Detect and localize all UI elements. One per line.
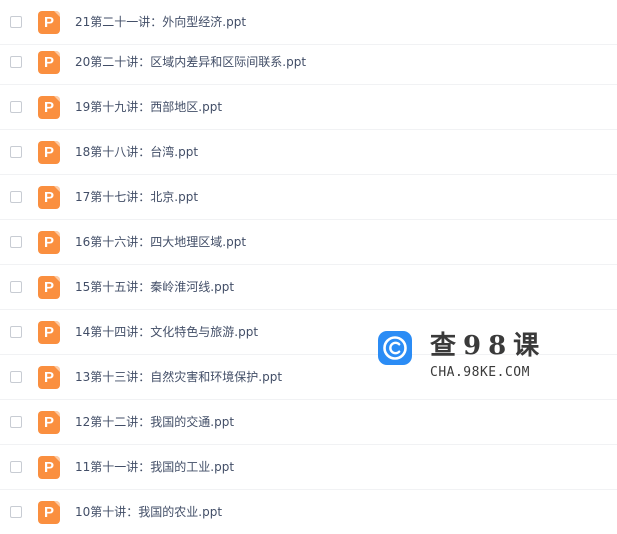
- file-name-link[interactable]: 13第十三讲：自然灾害和环境保护.ppt: [75, 355, 282, 400]
- row-checkbox[interactable]: [10, 16, 22, 28]
- file-name-link[interactable]: 20第二十讲：区域内差异和区际间联系.ppt: [75, 40, 306, 85]
- ppt-file-icon: P: [38, 366, 60, 389]
- file-name-link[interactable]: 15第十五讲：秦岭淮河线.ppt: [75, 265, 234, 310]
- file-row[interactable]: P 15第十五讲：秦岭淮河线.ppt: [0, 265, 617, 310]
- file-name-link[interactable]: 17第十七讲：北京.ppt: [75, 175, 198, 220]
- row-checkbox[interactable]: [10, 191, 22, 203]
- row-checkbox[interactable]: [10, 281, 22, 293]
- watermark-chinese-text: 查98课: [430, 331, 547, 361]
- file-row[interactable]: P 21第二十一讲：外向型经济.ppt: [0, 0, 617, 45]
- ppt-file-icon: P: [38, 501, 60, 524]
- file-row[interactable]: P 19第十九讲：西部地区.ppt: [0, 85, 617, 130]
- row-checkbox[interactable]: [10, 461, 22, 473]
- ppt-file-icon: P: [38, 96, 60, 119]
- ppt-file-icon: P: [38, 11, 60, 34]
- row-checkbox[interactable]: [10, 101, 22, 113]
- row-checkbox[interactable]: [10, 416, 22, 428]
- file-name-link[interactable]: 12第十二讲：我国的交通.ppt: [75, 400, 234, 445]
- watermark-domain-text: CHA.98KE.COM: [430, 365, 530, 380]
- ppt-file-icon: P: [38, 276, 60, 299]
- file-name-link[interactable]: 18第十八讲：台湾.ppt: [75, 130, 198, 175]
- file-row[interactable]: P 12第十二讲：我国的交通.ppt: [0, 400, 617, 445]
- ppt-file-icon: P: [38, 51, 60, 74]
- file-name-link[interactable]: 19第十九讲：西部地区.ppt: [75, 85, 222, 130]
- file-row[interactable]: P 10第十讲：我国的农业.ppt: [0, 490, 617, 534]
- ppt-file-icon: P: [38, 456, 60, 479]
- cha98ke-logo-icon: [378, 331, 412, 365]
- ppt-file-icon: P: [38, 186, 60, 209]
- file-row[interactable]: P 20第二十讲：区域内差异和区际间联系.ppt: [0, 40, 617, 85]
- ppt-file-icon: P: [38, 231, 60, 254]
- ppt-file-icon: P: [38, 411, 60, 434]
- file-name-link[interactable]: 11第十一讲：我国的工业.ppt: [75, 445, 234, 490]
- file-row[interactable]: P 17第十七讲：北京.ppt: [0, 175, 617, 220]
- file-row[interactable]: P 16第十六讲：四大地理区域.ppt: [0, 220, 617, 265]
- file-name-link[interactable]: 16第十六讲：四大地理区域.ppt: [75, 220, 246, 265]
- file-row[interactable]: P 18第十八讲：台湾.ppt: [0, 130, 617, 175]
- ppt-file-icon: P: [38, 141, 60, 164]
- row-checkbox[interactable]: [10, 371, 22, 383]
- row-checkbox[interactable]: [10, 56, 22, 68]
- row-checkbox[interactable]: [10, 326, 22, 338]
- file-name-link[interactable]: 10第十讲：我国的农业.ppt: [75, 490, 222, 534]
- row-checkbox[interactable]: [10, 146, 22, 158]
- file-list: P 21第二十一讲：外向型经济.ppt P 20第二十讲：区域内差异和区际间联系…: [0, 0, 617, 534]
- file-name-link[interactable]: 14第十四讲：文化特色与旅游.ppt: [75, 310, 258, 355]
- file-row[interactable]: P 11第十一讲：我国的工业.ppt: [0, 445, 617, 490]
- row-checkbox[interactable]: [10, 236, 22, 248]
- file-name-link[interactable]: 21第二十一讲：外向型经济.ppt: [75, 0, 246, 45]
- ppt-file-icon: P: [38, 321, 60, 344]
- watermark: 查98课 CHA.98KE.COM: [378, 330, 548, 385]
- row-checkbox[interactable]: [10, 506, 22, 518]
